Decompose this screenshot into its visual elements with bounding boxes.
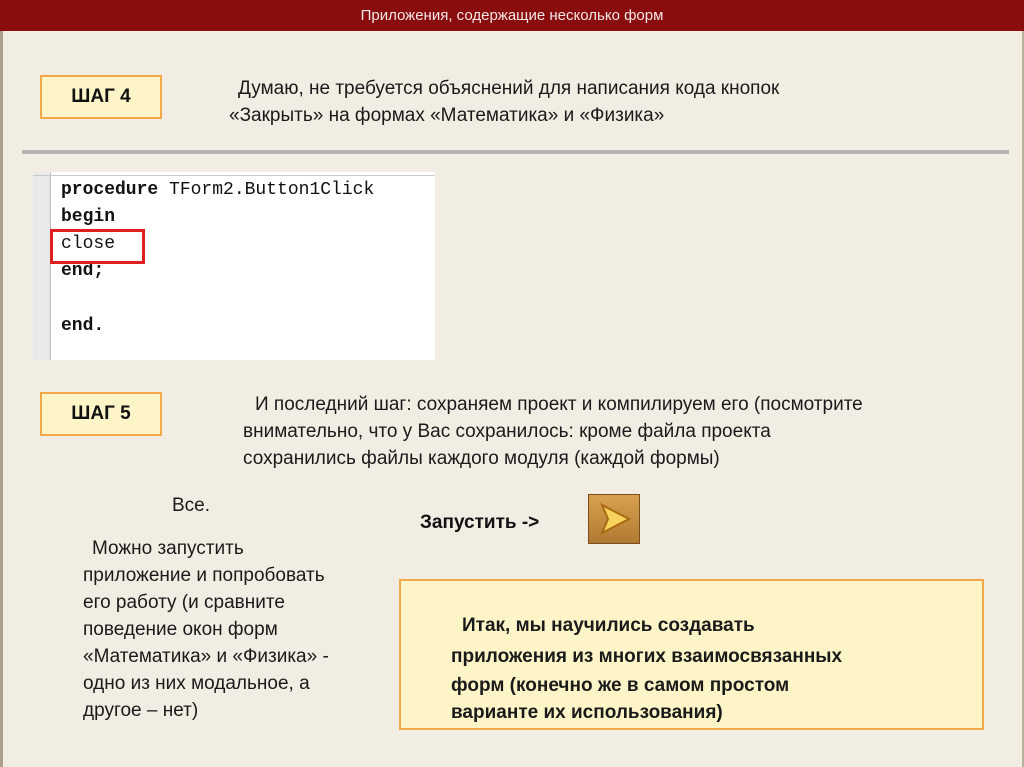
slide-header: Приложения, содержащие несколько форм [0,0,1024,31]
close-highlight-box [50,229,145,264]
step5-line-1: И последний шаг: сохраняем проект и комп… [255,394,863,415]
step5-badge-label: ШАГ 5 [71,403,131,424]
step4-line-1: Думаю, не требуется объяснений для напис… [238,78,780,99]
code-top-border [33,175,435,176]
code-keyword: procedure [61,180,159,200]
done-line-3: его работу (и сравните [83,592,285,613]
code-line-5: end. [61,316,104,336]
done-line-2: приложение и попробовать [83,565,325,586]
done-line-1: Можно запустить [92,538,244,559]
code-gutter [33,172,50,360]
done-line-4: поведение окон форм [83,619,278,640]
step4-badge-label: ШАГ 4 [71,86,131,107]
code-keyword: end. [61,316,105,336]
summary-line-4: варианте их использования) [451,702,723,723]
step4-line-2: «Закрыть» на формах «Математика» и «Физи… [229,105,665,126]
step5-badge: ШАГ 5 [40,392,162,436]
code-gutter-border [50,172,51,360]
run-button[interactable] [588,494,640,544]
play-run-icon [599,502,632,536]
code-editor-panel: procedure TForm2.Button1Click begin clos… [33,172,435,360]
code-line-4: end; [61,261,104,281]
summary-box: Итак, мы научились создавать приложения … [399,579,984,730]
step5-line-3: сохранились файлы каждого модуля (каждой… [243,448,720,469]
code-text: TForm2.Button1Click [158,180,375,200]
left-border [0,31,3,767]
done-line-6: одно из них модальное, а [83,673,310,694]
code-keyword: begin [61,207,116,227]
code-line-1: procedure TForm2.Button1Click [61,180,374,200]
code-keyword: end; [61,261,105,281]
summary-line-3: форм (конечно же в самом простом [451,675,790,696]
run-label: Запустить -> [420,512,540,533]
done-line-5: «Математика» и «Физика» - [83,646,329,667]
section-divider [22,150,1009,154]
step5-line-2: внимательно, что у Вас сохранилось: кром… [243,421,771,442]
summary-line-1: Итак, мы научились создавать [462,615,755,636]
code-line-2: begin [61,207,115,227]
done-title: Все. [172,495,211,516]
summary-line-2: приложения из многих взаимосвязанных [451,646,843,667]
slide-title: Приложения, содержащие несколько форм [360,7,664,24]
done-line-7: другое – нет) [83,700,199,721]
step4-badge: ШАГ 4 [40,75,162,119]
